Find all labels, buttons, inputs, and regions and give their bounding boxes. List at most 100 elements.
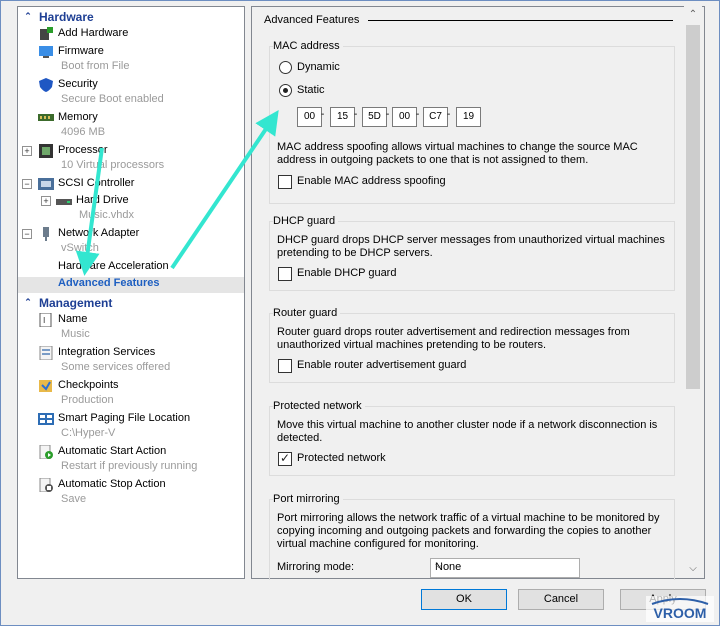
tree-item-integration-services[interactable]: Integration Services Some services offer… [18, 346, 244, 378]
smart-paging-icon [38, 413, 54, 425]
memory-icon [38, 114, 54, 121]
tree-item-name[interactable]: I Name Music [18, 313, 244, 345]
panel-title: Advanced Features [264, 14, 360, 26]
mac-octet-2[interactable] [330, 107, 355, 127]
tree-item-label: Checkpoints [58, 379, 119, 391]
tree-item-label: Memory [58, 111, 98, 123]
tree-item-label: Integration Services [58, 346, 156, 358]
static-radio[interactable] [279, 84, 292, 97]
mac-octet-6[interactable] [456, 107, 481, 127]
tree-item-label: Automatic Start Action [58, 445, 167, 457]
mac-group-label: MAC address [273, 40, 343, 52]
panel-scrollbar[interactable]: ⌃ ⌵ [684, 6, 702, 577]
tree-item-sub: Secure Boot enabled [61, 93, 164, 105]
settings-tree: ⌃ Hardware Add Hardware Firmware Boot fr… [17, 6, 245, 579]
protected-network-checkbox[interactable] [278, 451, 292, 466]
checkpoints-icon [39, 380, 52, 392]
dhcp-guard-checkbox[interactable] [278, 267, 292, 281]
ok-button[interactable]: OK [421, 589, 507, 610]
mac-octet-3[interactable] [362, 107, 387, 127]
automatic-stop-icon [39, 478, 53, 492]
tree-item-label: Smart Paging File Location [58, 412, 191, 424]
dynamic-radio[interactable] [279, 61, 292, 74]
tree-item-sub: Some services offered [61, 361, 171, 373]
tree-item-sub: Boot from File [61, 60, 130, 72]
management-category[interactable]: ⌃ Management [18, 295, 244, 310]
scroll-down-icon[interactable]: ⌵ [684, 560, 702, 577]
cancel-button[interactable]: Cancel [518, 589, 604, 610]
tree-item-sub: 4096 MB [61, 126, 106, 138]
tree-item-label: Automatic Stop Action [58, 478, 166, 490]
logo-text: VROOM [654, 605, 707, 621]
mirroring-mode-label: Mirroring mode: [277, 561, 355, 573]
hardware-label: Hardware [39, 9, 94, 24]
mac-spoofing-label: Enable MAC address spoofing [297, 175, 446, 187]
svg-text:I: I [43, 316, 45, 325]
router-guard-description: Router guard drops router advertisement … [277, 326, 630, 351]
hardware-category[interactable]: ⌃ Hardware [18, 9, 244, 24]
processor-icon [39, 144, 53, 158]
tree-item-checkpoints[interactable]: Checkpoints Production [18, 379, 244, 411]
tree-item-automatic-stop[interactable]: Automatic Stop Action Save [18, 478, 244, 510]
mac-spoofing-checkbox[interactable] [278, 175, 292, 189]
tree-item-memory[interactable]: Memory 4096 MB [18, 111, 244, 143]
tree-item-label: Hard Drive [76, 194, 129, 206]
mac-octet-4[interactable] [392, 107, 417, 127]
collapse-icon[interactable]: ⌃ [21, 11, 35, 22]
management-label: Management [39, 295, 113, 310]
dhcp-guard-label: Enable DHCP guard [297, 267, 397, 279]
tree-item-security[interactable]: Security Secure Boot enabled [18, 78, 244, 110]
chevron-down-icon: ⌵ [435, 560, 443, 571]
title-divider [368, 20, 673, 21]
tree-item-label: Hardware Acceleration [58, 260, 169, 272]
tree-item-add-hardware[interactable]: Add Hardware [18, 27, 244, 43]
tree-item-label: Security [58, 78, 98, 90]
port-mirroring-description: Port mirroring allows the network traffi… [277, 512, 660, 550]
expand-icon[interactable]: + [41, 196, 51, 206]
protected-network-description: Move this virtual machine to another clu… [277, 419, 658, 444]
tree-item-label: Firmware [58, 45, 104, 57]
tree-item-label: Network Adapter [58, 227, 140, 239]
mac-separator: - [354, 109, 358, 120]
tree-item-smart-paging[interactable]: Smart Paging File Location C:\Hyper-V [18, 412, 244, 444]
tree-item-hardware-acceleration[interactable]: Hardware Acceleration [18, 260, 244, 276]
tree-item-sub: Music [61, 328, 90, 340]
shield-icon [39, 78, 53, 92]
tree-item-sub: Production [61, 394, 114, 406]
tree-item-label: Add Hardware [58, 27, 129, 39]
tree-item-firmware[interactable]: Firmware Boot from File [18, 45, 244, 77]
expand-icon[interactable]: + [22, 146, 32, 156]
tree-item-hard-drive[interactable]: + Hard Drive Music.vhdx [18, 194, 244, 226]
tree-item-automatic-start[interactable]: Automatic Start Action Restart if previo… [18, 445, 244, 477]
scrollbar-thumb[interactable] [686, 25, 700, 389]
dhcp-guard-description: DHCP guard drops DHCP server messages fr… [277, 234, 665, 259]
tree-item-scsi-controller[interactable]: − SCSI Controller [18, 177, 244, 193]
scroll-up-icon[interactable]: ⌃ [684, 6, 702, 23]
mirroring-mode-select[interactable]: None ⌵ [430, 558, 580, 578]
tree-item-sub: Save [61, 493, 87, 505]
tree-item-sub: Music.vhdx [79, 209, 135, 221]
tree-item-processor[interactable]: + Processor 10 Virtual processors [18, 144, 244, 176]
router-guard-label: Enable router advertisement guard [297, 359, 467, 371]
mac-separator: - [386, 109, 390, 120]
vroom-logo: VROOM [646, 596, 714, 622]
router-group-label: Router guard [273, 307, 341, 319]
collapse-node-icon[interactable]: − [22, 179, 32, 189]
tree-item-advanced-features[interactable]: Advanced Features [18, 277, 244, 293]
tree-item-sub: vSwitch [61, 242, 99, 254]
tree-item-label: SCSI Controller [58, 177, 135, 189]
mac-separator: - [416, 109, 420, 120]
collapse-node-icon[interactable]: − [22, 229, 32, 239]
mac-octet-1[interactable] [297, 107, 322, 127]
tree-item-network-adapter[interactable]: − Network Adapter vSwitch [18, 227, 244, 259]
mac-octet-5[interactable] [423, 107, 448, 127]
collapse-icon[interactable]: ⌃ [21, 297, 35, 308]
protected-group-label: Protected network [273, 400, 365, 412]
tree-item-sub: Restart if previously running [61, 460, 198, 472]
router-guard-checkbox[interactable] [278, 359, 292, 373]
tree-item-sub: C:\Hyper-V [61, 427, 116, 439]
dhcp-group-label: DHCP guard [273, 215, 339, 227]
mirroring-group-label: Port mirroring [273, 493, 343, 505]
dynamic-label: Dynamic [297, 61, 340, 73]
tree-item-label: Processor [58, 144, 108, 156]
